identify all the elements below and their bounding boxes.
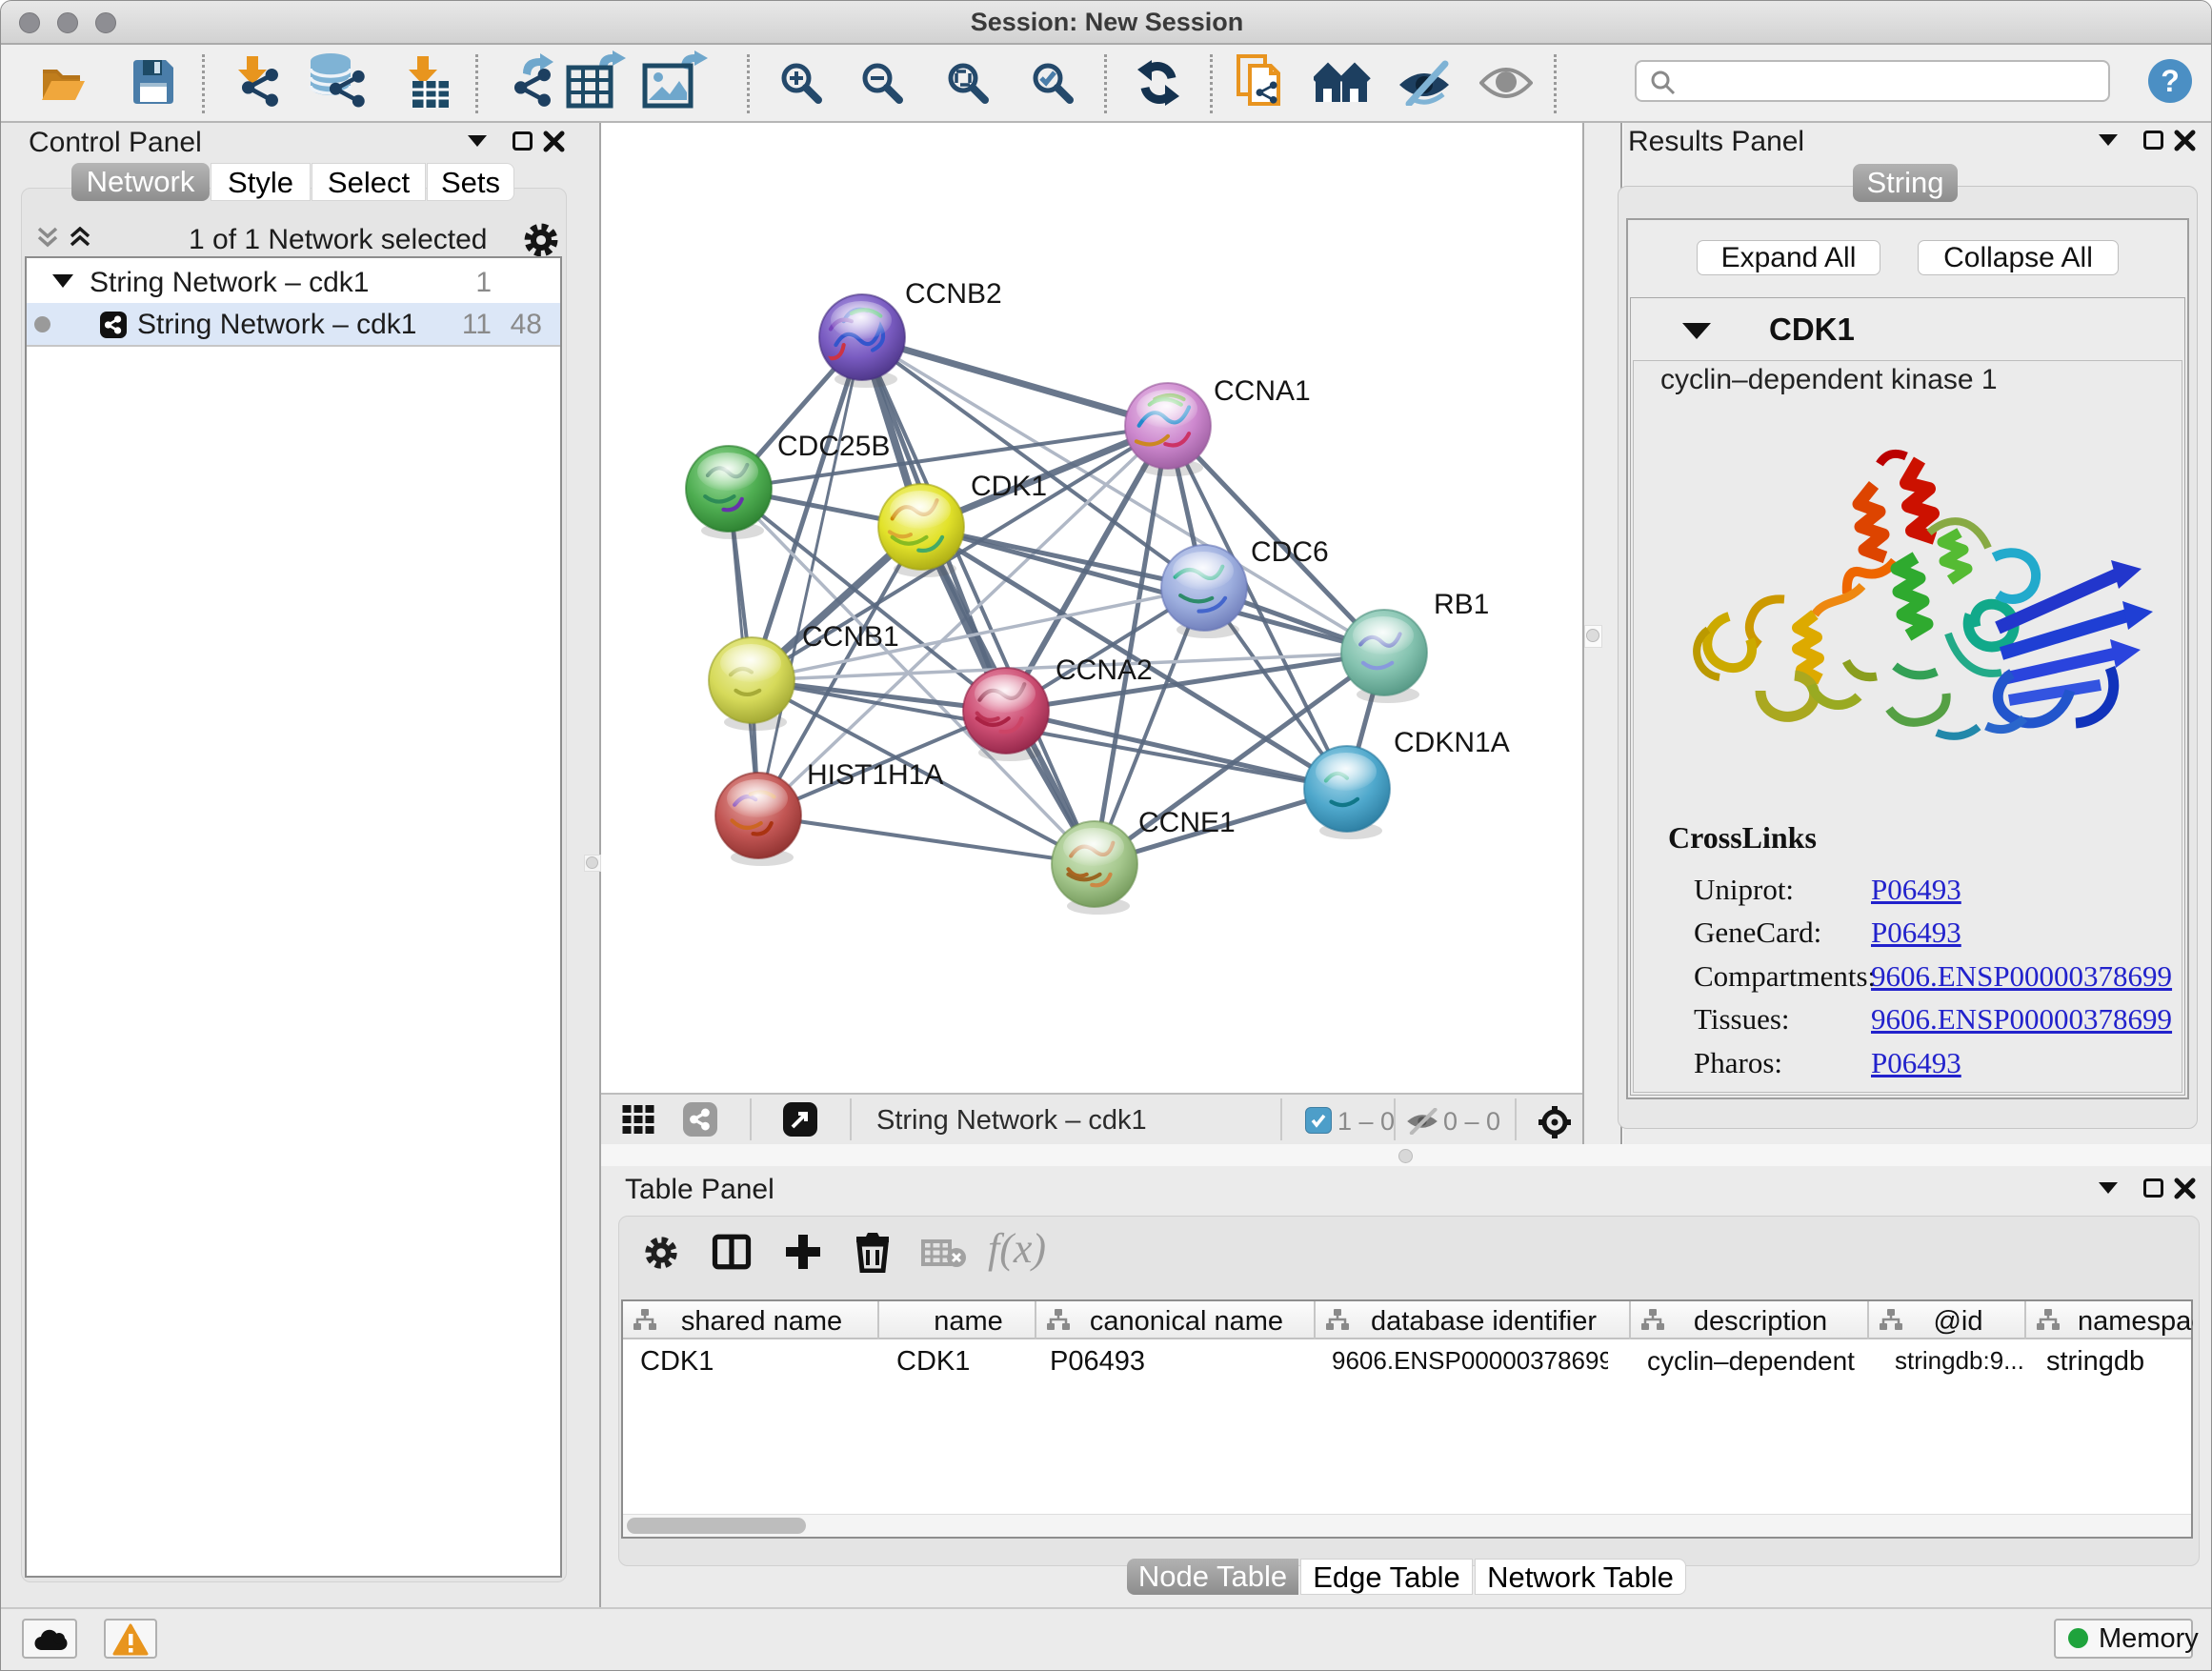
svg-text:RB1: RB1 [1434,589,1489,620]
svg-text:CCNB2: CCNB2 [905,278,1002,310]
svg-text:CCNE1: CCNE1 [1138,807,1236,838]
svg-text:CDKN1A: CDKN1A [1394,727,1510,758]
svg-text:CCNA1: CCNA1 [1214,375,1311,407]
svg-text:CDC25B: CDC25B [777,431,890,462]
svg-text:CCNB1: CCNB1 [802,621,899,653]
svg-text:CCNA2: CCNA2 [1056,654,1153,686]
svg-text:CDK1: CDK1 [971,471,1047,502]
svg-text:CDC6: CDC6 [1251,536,1329,568]
svg-text:HIST1H1A: HIST1H1A [807,759,943,791]
